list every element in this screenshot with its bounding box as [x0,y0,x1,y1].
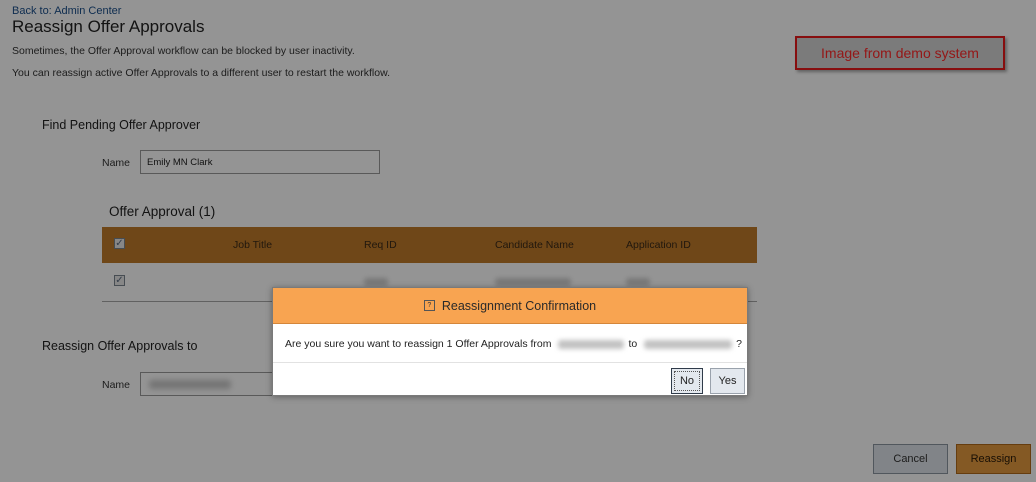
dialog-body: Are you sure you want to reassign 1 Offe… [273,324,747,363]
confirmation-message: Are you sure you want to reassign 1 Offe… [285,338,742,350]
modal-overlay [0,0,1036,482]
message-suffix: ? [736,338,742,350]
message-prefix: Are you sure you want to reassign 1 Offe… [285,338,552,350]
redacted-to-user [644,339,733,349]
reassign-offer-approvals-page: Back to: Admin Center Reassign Offer App… [0,0,1036,482]
no-button[interactable]: No [671,368,703,394]
dialog-title: Reassignment Confirmation [441,298,597,313]
redacted-from-user [558,339,625,349]
message-middle: to [628,338,638,350]
reassignment-confirmation-dialog: ? Reassignment Confirmation Are you sure… [272,287,748,396]
yes-button[interactable]: Yes [710,368,745,394]
dialog-header: ? Reassignment Confirmation [273,288,747,324]
help-icon[interactable]: ? [423,300,435,311]
dialog-actions: No Yes [273,363,747,398]
